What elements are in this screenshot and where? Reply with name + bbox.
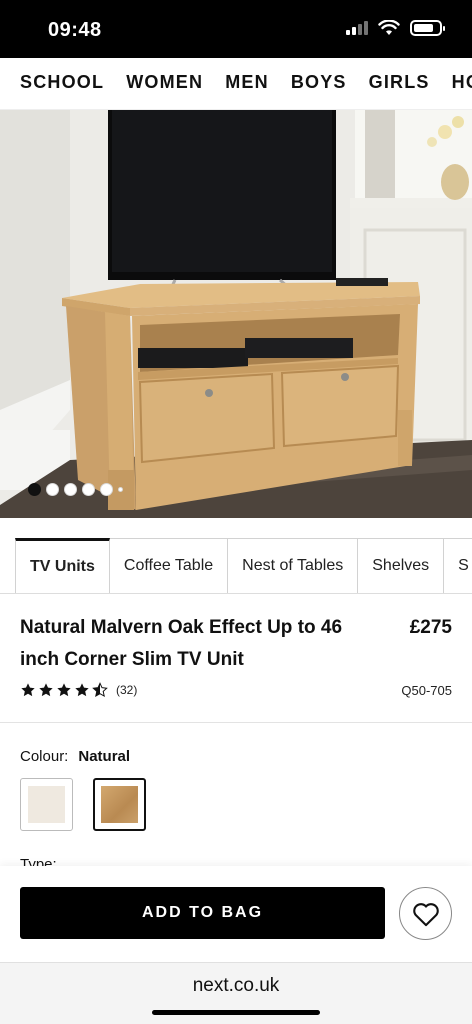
tab-more[interactable]: S bbox=[444, 538, 472, 593]
carousel-dot[interactable] bbox=[100, 483, 113, 496]
product-details: Natural Malvern Oak Effect Up to 46 inch… bbox=[20, 612, 452, 698]
tab-shelves[interactable]: Shelves bbox=[358, 538, 445, 593]
browser-url-bar[interactable]: next.co.uk bbox=[0, 962, 472, 1024]
category-school[interactable]: SCHOOL bbox=[20, 72, 104, 93]
carousel-dot[interactable] bbox=[64, 483, 77, 496]
status-icons bbox=[346, 20, 445, 36]
battery-icon bbox=[410, 20, 445, 36]
product-title: Natural Malvern Oak Effect Up to 46 inch… bbox=[20, 617, 343, 670]
product-photo bbox=[0, 110, 472, 518]
category-nav: SCHOOL WOMEN MEN BOYS GIRLS HOME bbox=[0, 58, 472, 110]
category-men[interactable]: MEN bbox=[225, 72, 269, 93]
product-image-carousel[interactable] bbox=[0, 110, 472, 518]
tab-tv-units[interactable]: TV Units bbox=[15, 538, 110, 593]
add-to-bag-bar: ADD TO BAG bbox=[0, 866, 472, 962]
star-icon bbox=[75, 683, 89, 697]
cellular-signal-icon bbox=[346, 21, 368, 35]
swatch-natural-color bbox=[101, 786, 138, 823]
product-code: Q50-705 bbox=[401, 682, 452, 698]
add-to-bag-button[interactable]: ADD TO BAG bbox=[20, 887, 385, 939]
category-girls[interactable]: GIRLS bbox=[369, 72, 430, 93]
carousel-dot[interactable] bbox=[46, 483, 59, 496]
half-star-icon bbox=[92, 682, 108, 698]
colour-label-text: Colour: bbox=[20, 748, 69, 765]
carousel-dot[interactable] bbox=[118, 487, 123, 492]
range-tabs: TV Units Coffee Table Nest of Tables She… bbox=[0, 538, 472, 594]
status-time: 09:48 bbox=[48, 19, 102, 41]
star-icon bbox=[57, 683, 71, 697]
home-indicator[interactable] bbox=[152, 1010, 320, 1015]
carousel-dot[interactable] bbox=[82, 483, 95, 496]
tab-nest-of-tables[interactable]: Nest of Tables bbox=[228, 538, 359, 593]
category-home[interactable]: HOME bbox=[452, 72, 472, 93]
star-icon bbox=[39, 683, 53, 697]
category-women[interactable]: WOMEN bbox=[126, 72, 203, 93]
colour-swatches bbox=[20, 778, 146, 831]
swatch-natural[interactable] bbox=[93, 778, 146, 831]
star-icon bbox=[21, 683, 35, 697]
carousel-dots bbox=[28, 483, 123, 496]
selected-colour: Natural bbox=[78, 748, 131, 765]
category-boys[interactable]: BOYS bbox=[291, 72, 347, 93]
rating[interactable]: (32) bbox=[20, 682, 137, 698]
product-price: £275 bbox=[409, 617, 452, 638]
colour-label: Colour: Natural bbox=[20, 748, 130, 765]
carousel-dot[interactable] bbox=[28, 483, 41, 496]
status-bar: 09:48 bbox=[0, 0, 472, 58]
swatch-cream-color bbox=[28, 786, 65, 823]
swatch-cream[interactable] bbox=[20, 778, 73, 831]
tab-coffee-table[interactable]: Coffee Table bbox=[109, 538, 229, 593]
wifi-icon bbox=[378, 20, 400, 35]
heart-icon bbox=[412, 902, 439, 926]
wishlist-button[interactable] bbox=[399, 887, 452, 940]
divider bbox=[0, 722, 472, 723]
review-count[interactable]: (32) bbox=[116, 683, 137, 697]
url-text[interactable]: next.co.uk bbox=[0, 975, 472, 997]
